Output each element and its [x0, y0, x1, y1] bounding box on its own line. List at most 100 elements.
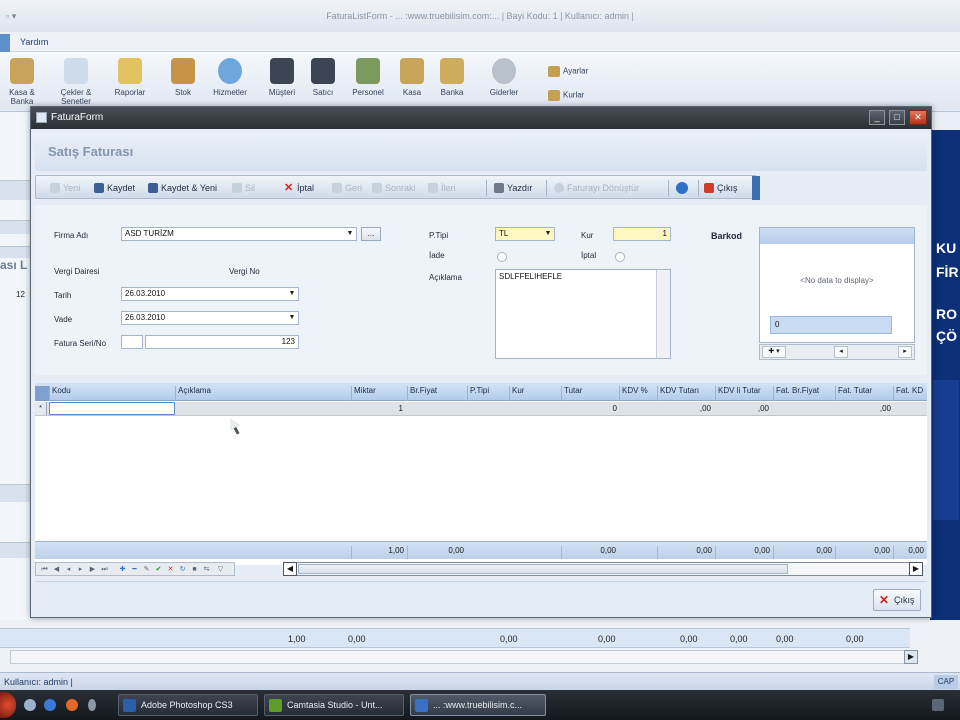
- ribbon-customer-button[interactable]: Müşteri: [262, 58, 302, 97]
- col-header-kur[interactable]: Kur: [509, 386, 561, 401]
- ribbon-seller-button[interactable]: Satıcı: [303, 58, 343, 97]
- firma-select[interactable]: ASD TURİZM ▼: [121, 227, 357, 241]
- taskbar-item-camtasia[interactable]: Camtasia Studio - Unt...: [264, 694, 404, 716]
- quicklaunch-ie-icon[interactable]: [44, 699, 56, 711]
- col-header-fat-br-fiyat[interactable]: Fat. Br.Fiyat: [773, 386, 835, 401]
- convert-invoice-button[interactable]: Faturayı Dönüştür: [554, 180, 639, 196]
- invoice-items-grid[interactable]: Kodu Açıklama Miktar Br.Fiyat P.Tipi Kur…: [35, 383, 927, 565]
- scroll-thumb[interactable]: [298, 564, 788, 574]
- nav-prev-icon[interactable]: ◂: [64, 565, 73, 574]
- ribbon-staff-button[interactable]: Personel: [348, 58, 388, 97]
- tarih-date-field[interactable]: 26.03.2010 ▼: [121, 287, 299, 301]
- delete-button[interactable]: Sil: [232, 180, 255, 196]
- app-menu-tab[interactable]: [0, 34, 10, 52]
- ribbon-cash-bank-button[interactable]: Kasa & Banka: [2, 58, 42, 106]
- ribbon-reports-button[interactable]: Raporlar: [110, 58, 150, 97]
- start-button[interactable]: [0, 692, 16, 718]
- nav-prev-page-icon[interactable]: ◀: [52, 565, 61, 574]
- kur-field[interactable]: 1: [613, 227, 671, 241]
- toolbar-overflow[interactable]: [752, 176, 760, 200]
- quicklaunch-more-icon[interactable]: [88, 699, 96, 711]
- nav-next-icon[interactable]: ▸: [76, 565, 85, 574]
- chevron-down-icon[interactable]: ▼: [286, 288, 298, 300]
- menu-help[interactable]: Yardım: [20, 37, 48, 47]
- exit-button[interactable]: Çıkış: [704, 180, 738, 196]
- ribbon-rates-button[interactable]: Kurlar: [548, 90, 584, 101]
- barkod-next-icon[interactable]: ▸: [898, 346, 912, 358]
- nav-post-icon[interactable]: ✔: [154, 565, 163, 574]
- vade-date-field[interactable]: 26.03.2010 ▼: [121, 311, 299, 325]
- col-header-tutar[interactable]: Tutar: [561, 386, 619, 401]
- chevron-down-icon[interactable]: ▼: [542, 228, 554, 240]
- memo-scrollbar[interactable]: [656, 270, 670, 358]
- col-header-kdv-tutari[interactable]: KDV Tutarı: [657, 386, 715, 401]
- cancel-button[interactable]: ✕ İptal: [284, 180, 314, 196]
- kdv-li-tutar-cell[interactable]: ,00: [715, 403, 769, 415]
- help-button[interactable]: [676, 180, 690, 196]
- nav-first-icon[interactable]: ⏮: [40, 565, 49, 574]
- next-record-button[interactable]: Sonraki: [372, 180, 416, 196]
- ribbon-bank-button[interactable]: Banka: [432, 58, 472, 97]
- taskbar-item-photoshop[interactable]: Adobe Photoshop CS3: [118, 694, 258, 716]
- nav-refresh-icon[interactable]: ↻: [178, 565, 187, 574]
- iade-checkbox[interactable]: [497, 252, 507, 262]
- save-and-new-button[interactable]: Kaydet & Yeni: [148, 180, 217, 196]
- seri-field[interactable]: [121, 335, 143, 349]
- iptal-checkbox[interactable]: [615, 252, 625, 262]
- barkod-input-row[interactable]: 0: [770, 316, 892, 334]
- col-header-ptipi[interactable]: P.Tipi: [467, 386, 509, 401]
- col-header-br-fiyat[interactable]: Br.Fiyat: [407, 386, 467, 401]
- col-header-kodu[interactable]: Kodu: [49, 386, 175, 401]
- col-header-kdv-li-tutar[interactable]: KDV li Tutar: [715, 386, 773, 401]
- nav-filter-icon[interactable]: ▽: [216, 565, 225, 574]
- ribbon-settings-button[interactable]: Ayarlar: [548, 66, 588, 77]
- nav-bookmark-icon[interactable]: ■: [190, 565, 199, 574]
- chevron-down-icon[interactable]: ▼: [286, 312, 298, 324]
- col-header-kdv[interactable]: KDV %: [619, 386, 657, 401]
- tray-icon[interactable]: [932, 699, 944, 711]
- col-header-fat-tutar[interactable]: Fat. Tutar: [835, 386, 893, 401]
- nav-last-icon[interactable]: ⏭: [100, 565, 109, 574]
- col-header-fat-kdv[interactable]: Fat. KD: [893, 386, 927, 401]
- kodu-cell-editor[interactable]: [49, 402, 175, 415]
- kdv-tutari-cell[interactable]: ,00: [657, 403, 711, 415]
- barkod-grid[interactable]: <No data to display> 0: [759, 227, 915, 343]
- exit-footer-button[interactable]: ✕ Çıkış: [873, 589, 921, 611]
- tutar-cell[interactable]: 0: [561, 403, 617, 415]
- col-header-miktar[interactable]: Miktar: [351, 386, 407, 401]
- taskbar-item-truebilisim[interactable]: ... :www.truebilisim.c...: [410, 694, 546, 716]
- nav-append-icon[interactable]: ✚: [118, 565, 127, 574]
- new-button[interactable]: Yeni: [50, 180, 80, 196]
- quicklaunch-desktop-icon[interactable]: [24, 699, 36, 711]
- ribbon-stock-button[interactable]: Stok: [163, 58, 203, 97]
- close-window-button[interactable]: ✕: [909, 110, 927, 125]
- nav-cancel-icon[interactable]: ✕: [166, 565, 175, 574]
- print-button[interactable]: Yazdır: [494, 180, 532, 196]
- table-row[interactable]: * 1 0 ,00 ,00 ,00: [35, 402, 927, 416]
- forward-button[interactable]: İleri: [428, 180, 456, 196]
- nav-goto-icon[interactable]: ⇆: [202, 565, 211, 574]
- main-horizontal-scrollbar[interactable]: ▶: [10, 650, 918, 664]
- system-menu-icon[interactable]: ▫ ▾: [6, 0, 16, 32]
- barkod-prev-icon[interactable]: ◂: [834, 346, 848, 358]
- miktar-cell[interactable]: 1: [351, 403, 403, 415]
- nav-edit-icon[interactable]: ✎: [142, 565, 151, 574]
- ribbon-services-button[interactable]: Hizmetler: [210, 58, 250, 97]
- nav-delete-icon[interactable]: ━: [130, 565, 139, 574]
- save-button[interactable]: Kaydet: [94, 180, 135, 196]
- scroll-right-arrow-icon[interactable]: ▶: [909, 562, 923, 576]
- aciklama-memo[interactable]: SDLFFELIHEFLE: [495, 269, 671, 359]
- chevron-down-icon[interactable]: ▼: [344, 228, 356, 240]
- scroll-right-arrow-icon[interactable]: ▶: [904, 650, 918, 664]
- ribbon-expenses-button[interactable]: Giderler: [484, 58, 524, 97]
- prev-button[interactable]: Geri: [332, 180, 362, 196]
- col-header-aciklama[interactable]: Açıklama: [175, 386, 351, 401]
- grid-horizontal-scrollbar[interactable]: ◀ ▶: [283, 562, 923, 576]
- fat-tutar-cell[interactable]: ,00: [835, 403, 891, 415]
- firma-lookup-button[interactable]: ...: [361, 227, 381, 241]
- maximize-button[interactable]: □: [889, 110, 905, 125]
- quicklaunch-firefox-icon[interactable]: [66, 699, 78, 711]
- fatura-no-field[interactable]: 123: [145, 335, 299, 349]
- ptipi-select[interactable]: TL ▼: [495, 227, 555, 241]
- ribbon-cheques-button[interactable]: Çekler & Senetler: [56, 58, 96, 106]
